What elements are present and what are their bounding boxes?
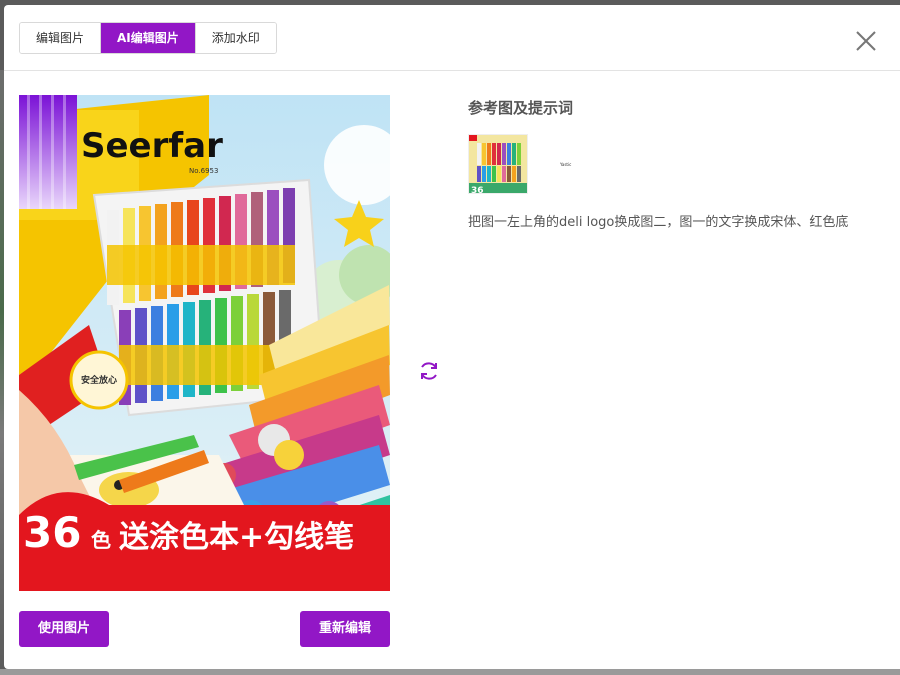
refresh-icon[interactable] (417, 359, 441, 383)
reedit-button[interactable]: 重新编辑 (300, 611, 390, 647)
background-overlay-bottom (0, 669, 900, 675)
thumb-banner: 36 (471, 186, 484, 194)
model-text: No.6953 (189, 167, 218, 175)
banner-count: 36 (23, 508, 81, 557)
result-image: Seerfar No.6953 安全放心 36 色 送涂色本+勾线笔 (19, 95, 390, 591)
reference-title: 参考图及提示词 (468, 99, 574, 117)
banner-text: 送涂色本+勾线笔 (119, 520, 354, 555)
ai-edit-modal: 编辑图片 AI编辑图片 添加水印 Seerfar No.6953 安全放心 36… (4, 5, 900, 669)
modal-header: 编辑图片 AI编辑图片 添加水印 (4, 5, 900, 71)
reference-logo-thumbnail[interactable]: Yastic (560, 162, 572, 168)
use-image-button[interactable]: 使用图片 (19, 611, 109, 647)
reference-image-thumbnail[interactable]: 36 (468, 134, 528, 194)
tab-add-watermark[interactable]: 添加水印 (195, 23, 276, 53)
tab-ai-edit-image[interactable]: AI编辑图片 (101, 23, 196, 53)
banner-unit: 色 (91, 528, 111, 552)
safety-badge: 安全放心 (81, 374, 117, 386)
brand-text: Seerfar (81, 126, 223, 166)
tab-edit-image[interactable]: 编辑图片 (20, 23, 102, 53)
prompt-text: 把图一左上角的deli logo换成图二，图一的文字换成宋体、红色底 (468, 215, 849, 230)
close-icon[interactable] (854, 29, 878, 53)
edit-mode-tabs: 编辑图片 AI编辑图片 添加水印 (19, 22, 277, 54)
